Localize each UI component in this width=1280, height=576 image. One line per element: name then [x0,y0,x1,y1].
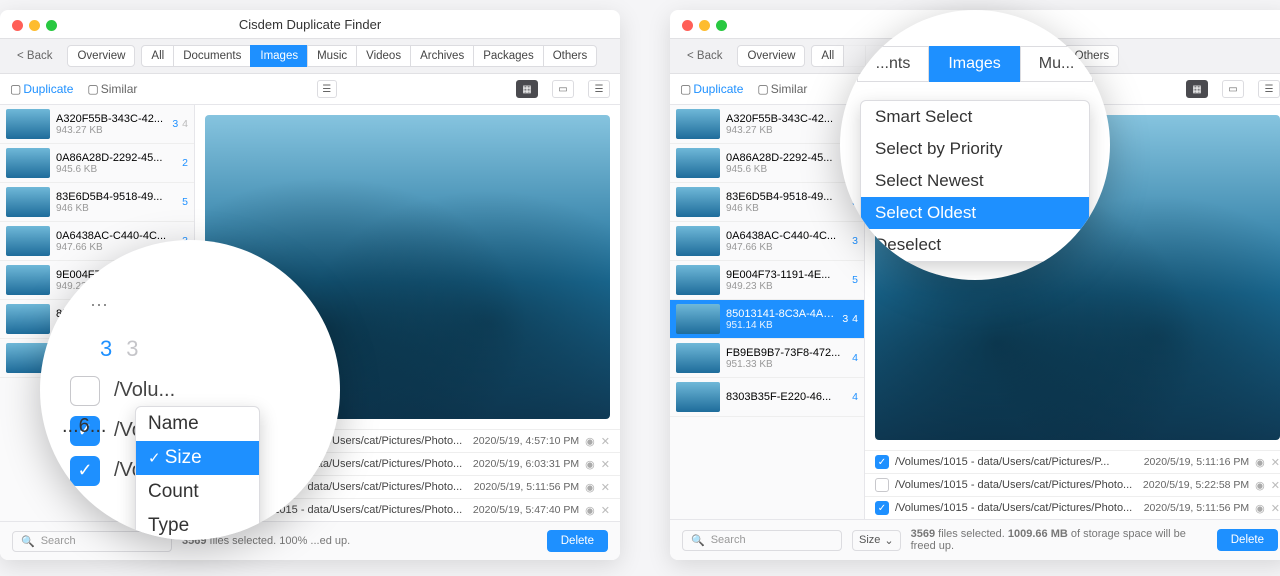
back-button[interactable]: < Back [678,46,731,66]
view-card-icon[interactable]: ▭ [552,80,574,98]
sort-dropdown[interactable]: Size ⌄ [852,530,901,551]
tab-others[interactable]: Others [543,45,598,67]
count-badge: 3 [100,336,112,362]
select-menu[interactable]: Smart Select Select by Priority Select N… [860,100,1090,262]
preview-icon[interactable]: ◉ [585,435,595,448]
list-item-selected[interactable]: 85013141-8C3A-4A9...951.14 KB34 [670,300,864,339]
tab-images[interactable]: Images [250,45,308,67]
delete-button[interactable]: Delete [547,530,608,552]
tab-music[interactable]: Music [307,45,357,67]
sort-size[interactable]: Size [136,441,259,475]
tab-archives[interactable]: Archives [410,45,474,67]
view-grid-icon[interactable]: ▦ [516,80,538,98]
view-list-icon[interactable]: ☰ [588,80,610,98]
sort-count[interactable]: Count [136,475,259,509]
view-list-icon[interactable]: ☰ [1258,80,1280,98]
status-text: 3569 files selected. 1009.66 MB of stora… [911,528,1207,552]
sort-name[interactable]: Name [136,407,259,441]
search-input[interactable]: 🔍 Search [682,530,842,551]
menu-select-oldest[interactable]: Select Oldest [861,197,1089,229]
checkbox-icon[interactable]: ✓ [70,456,100,486]
overview-button[interactable]: Overview [737,45,805,67]
mode-similar[interactable]: ▢ Similar [87,82,137,96]
checkbox-icon[interactable] [70,376,100,406]
back-button[interactable]: < Back [8,46,61,66]
menu-deselect[interactable]: Deselect [861,229,1089,261]
window-title: Cisdem Duplicate Finder [0,17,620,38]
zoom-lens-sort: ⋯ 33 ...6... /Volu... ✓/Volu... ✓/Volu..… [40,240,340,540]
menu-select-priority[interactable]: Select by Priority [861,133,1089,165]
sort-menu[interactable]: Name Size Count Type [135,406,260,540]
tab-images[interactable]: Images [929,46,1019,82]
tab-videos[interactable]: Videos [356,45,411,67]
menu-select-newest[interactable]: Select Newest [861,165,1089,197]
view-card-icon[interactable]: ▭ [1222,80,1244,98]
tabs-zoom: ...nts Images Mu... [840,46,1110,82]
mode-duplicate[interactable]: ▢ Duplicate [10,82,73,96]
tab-all[interactable]: All [141,45,174,67]
file-list[interactable]: A320F55B-343C-42...943.27 KB3 0A86A28D-2… [670,105,865,519]
subbar: ▢ Duplicate ▢ Similar ☰ ▦ ▭ ☰ [0,74,620,105]
view-grid-icon[interactable]: ▦ [1186,80,1208,98]
remove-icon[interactable]: ✕ [601,435,610,448]
toolbar: < Back Overview All Documents Images Mus… [0,38,620,74]
menu-smart-select[interactable]: Smart Select [861,101,1089,133]
tab-documents[interactable]: Documents [173,45,251,67]
tab-packages[interactable]: Packages [473,45,544,67]
select-menu-icon[interactable]: ☰ [317,80,337,98]
overview-button[interactable]: Overview [67,45,135,67]
category-tabs: All Documents Images Music Videos Archiv… [141,45,597,67]
sort-type[interactable]: Type [136,509,259,540]
thumbnail [6,109,50,139]
zoom-lens-select: ...nts Images Mu... Smart Select Select … [840,10,1110,280]
delete-button[interactable]: Delete [1217,529,1278,551]
